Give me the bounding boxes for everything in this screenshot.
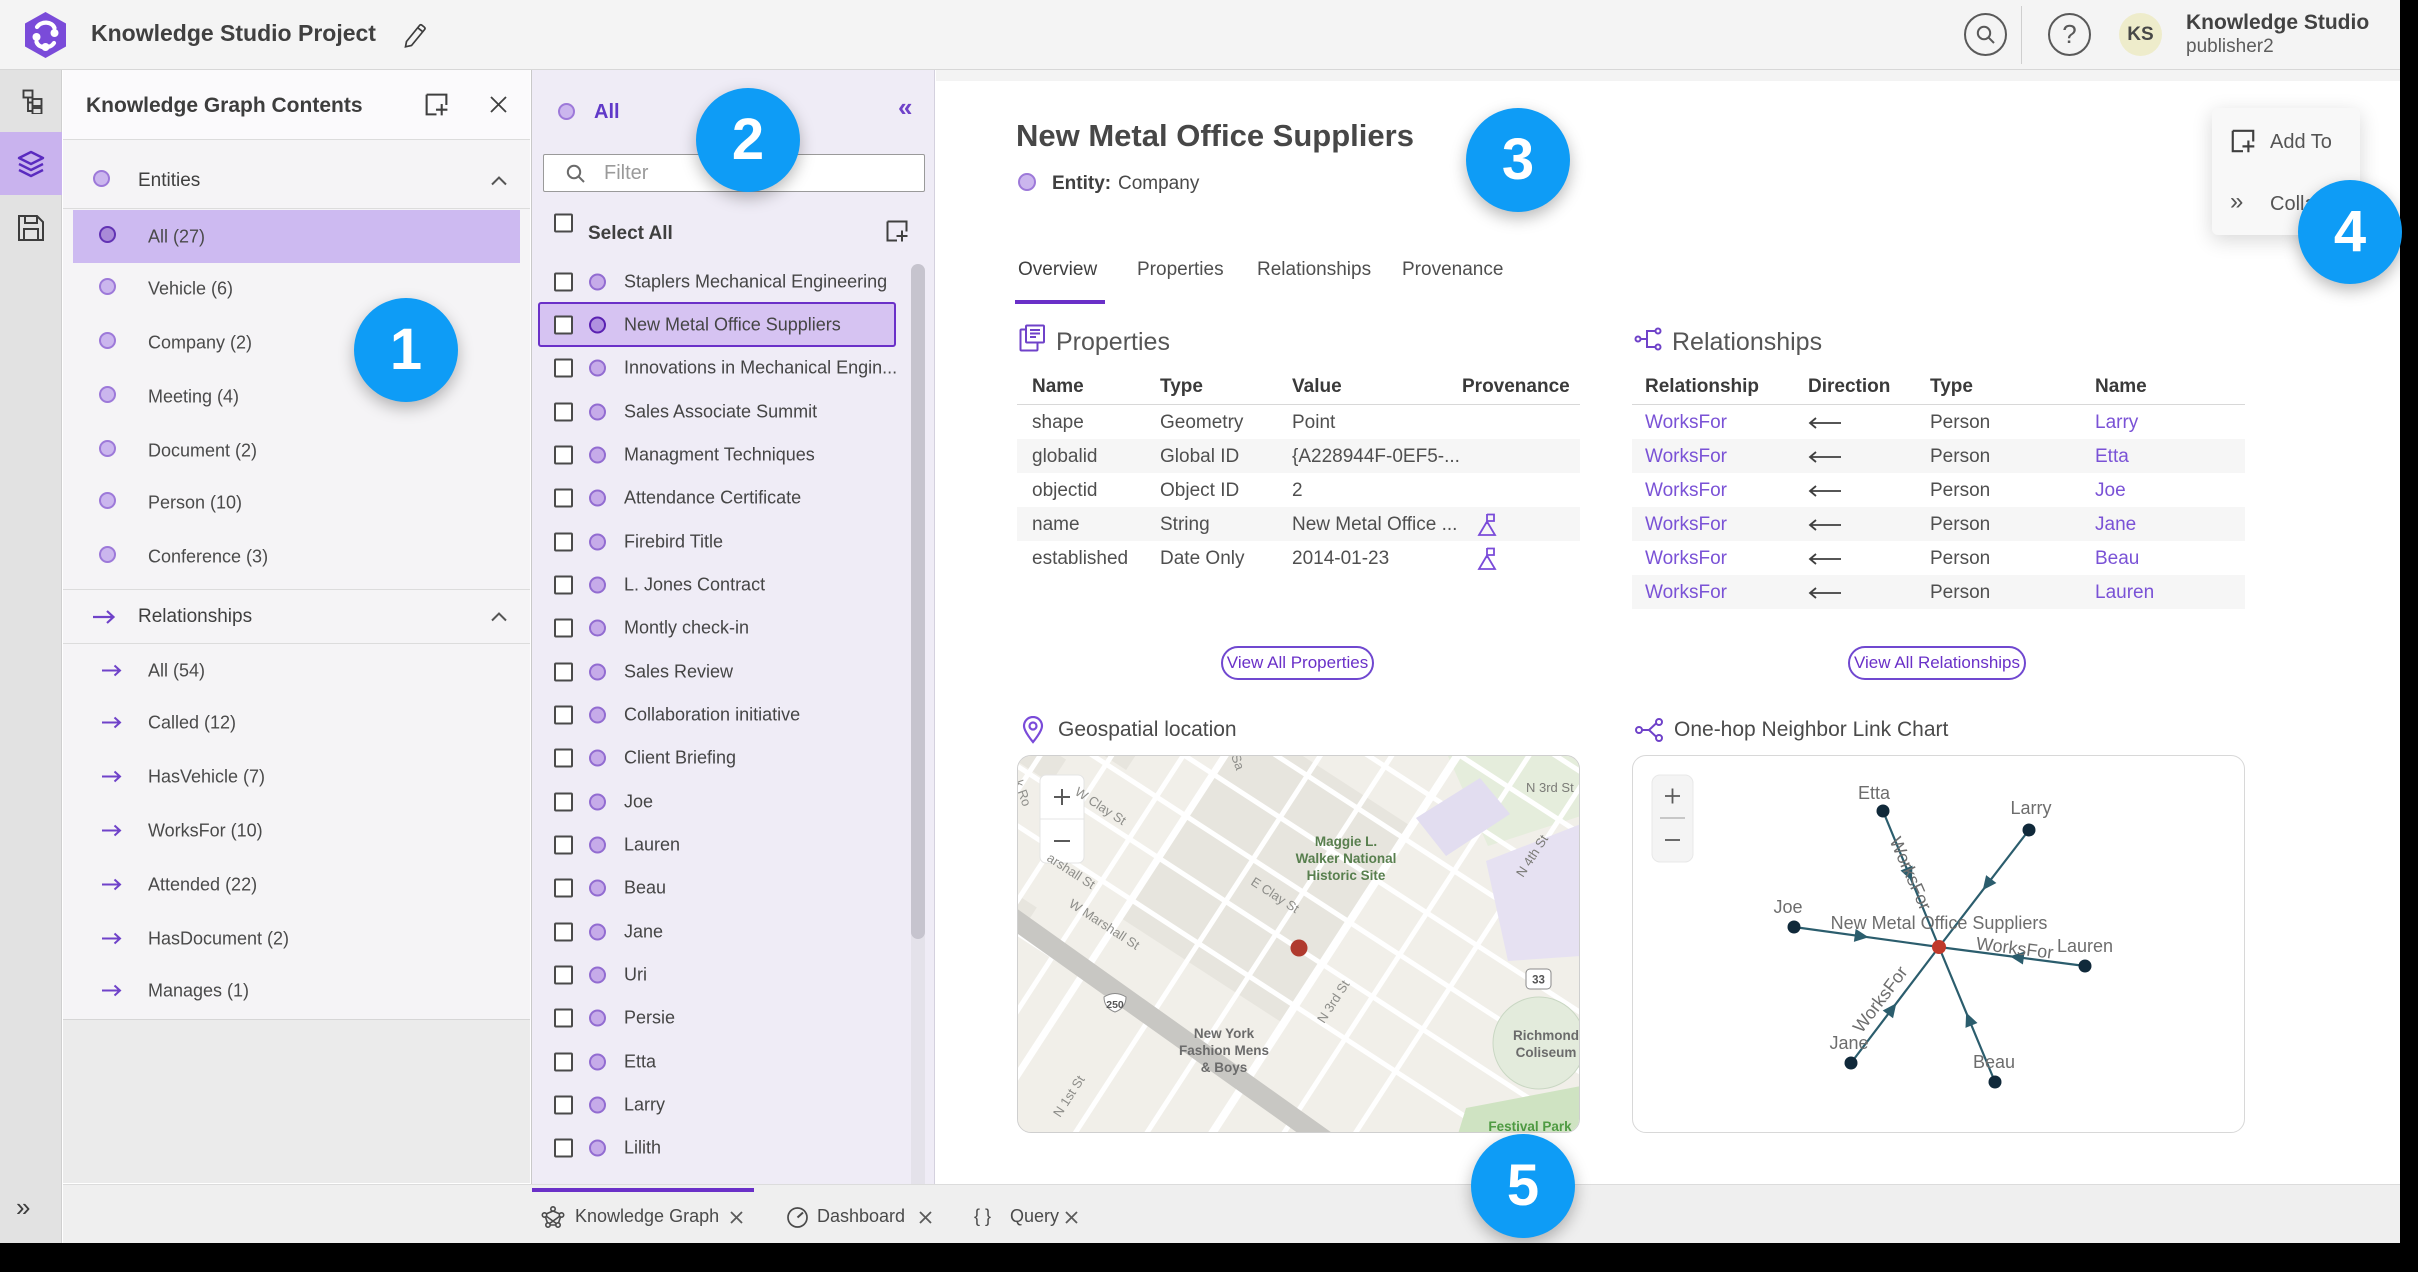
svg-text:Richmond: Richmond <box>1513 1028 1579 1043</box>
svg-text:Beau: Beau <box>1973 1052 2015 1072</box>
svg-text:Larry: Larry <box>2010 798 2051 818</box>
svg-text:Etta: Etta <box>1858 783 1891 803</box>
svg-text:New York: New York <box>1194 1026 1255 1041</box>
svg-text:Joe: Joe <box>1773 897 1802 917</box>
svg-text:Lauren: Lauren <box>2057 936 2113 956</box>
svg-text:Festival Park: Festival Park <box>1488 1119 1572 1133</box>
svg-text:Maggie L.: Maggie L. <box>1315 834 1377 849</box>
svg-text:Fashion Mens: Fashion Mens <box>1179 1043 1269 1058</box>
svg-text:New Metal Office Suppliers: New Metal Office Suppliers <box>1831 913 2048 933</box>
svg-text:Historic Site: Historic Site <box>1307 868 1386 883</box>
svg-text:& Boys: & Boys <box>1201 1060 1248 1075</box>
svg-text:Coliseum: Coliseum <box>1516 1045 1577 1060</box>
svg-text:WorksFor: WorksFor <box>1886 834 1936 913</box>
svg-text:250: 250 <box>1106 999 1124 1011</box>
svg-text:N 3rd St: N 3rd St <box>1526 780 1574 795</box>
svg-text:Walker National: Walker National <box>1296 851 1397 866</box>
svg-text:33: 33 <box>1532 975 1545 987</box>
